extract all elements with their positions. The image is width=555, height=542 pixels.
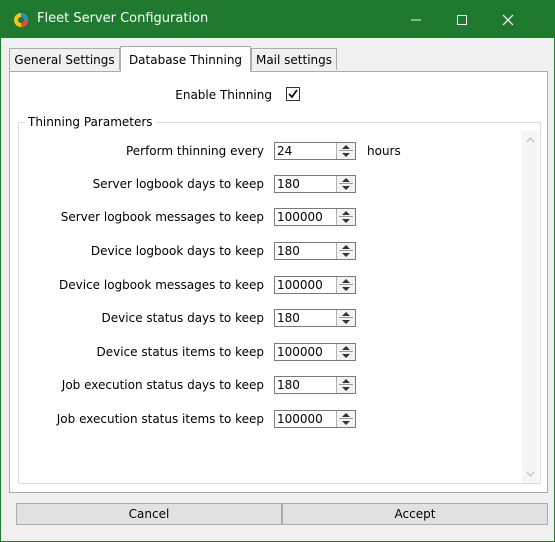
- server-logbook-messages-stepper[interactable]: 100000: [274, 208, 356, 226]
- stepper-down-icon[interactable]: [342, 219, 350, 223]
- job-execution-status-days-stepper[interactable]: 180: [274, 376, 356, 394]
- stepper-up-icon[interactable]: [342, 145, 350, 149]
- param-label-thinning-interval: Perform thinning every: [125, 144, 264, 158]
- thinning-parameters-group: Thinning Parameters Perform thinning eve…: [18, 115, 541, 484]
- stepper-down-icon[interactable]: [342, 421, 350, 425]
- config-window: Fleet Server Configuration General Setti…: [0, 0, 555, 542]
- device-status-items-stepper[interactable]: 100000: [274, 343, 356, 361]
- stepper-value: 180: [277, 244, 300, 258]
- param-label-device-status-items: Device status items to keep: [96, 345, 264, 359]
- stepper-value: 24: [277, 144, 293, 158]
- stepper-up-icon[interactable]: [342, 279, 350, 283]
- maximize-icon: [457, 14, 467, 25]
- param-label-device-logbook-messages: Device logbook messages to keep: [59, 278, 264, 292]
- enable-thinning-label: Enable Thinning: [175, 88, 272, 102]
- window-title: Fleet Server Configuration: [37, 11, 209, 26]
- hours-unit-label: hours: [367, 144, 401, 158]
- param-label-job-execution-status-items: Job execution status items to keep: [56, 412, 264, 426]
- tab-strip: General Settings Database Thinning Mail …: [9, 46, 549, 72]
- stepper-value: 100000: [277, 210, 323, 224]
- stepper-buttons[interactable]: [336, 310, 355, 326]
- stepper-value: 100000: [277, 345, 323, 359]
- stepper-up-icon[interactable]: [342, 245, 350, 249]
- minimize-button[interactable]: [393, 1, 439, 38]
- stepper-up-icon[interactable]: [342, 413, 350, 417]
- device-status-days-stepper[interactable]: 180: [274, 309, 356, 327]
- server-logbook-days-stepper[interactable]: 180: [274, 175, 356, 193]
- param-label-device-logbook-days: Device logbook days to keep: [90, 244, 264, 258]
- stepper-up-icon[interactable]: [342, 346, 350, 350]
- stepper-down-icon[interactable]: [342, 186, 350, 190]
- device-logbook-days-stepper[interactable]: 180: [274, 242, 356, 260]
- app-logo-icon: [14, 13, 28, 27]
- stepper-up-icon[interactable]: [342, 379, 350, 383]
- device-logbook-messages-stepper[interactable]: 100000: [274, 276, 356, 294]
- stepper-value: 180: [277, 311, 300, 325]
- stepper-up-icon[interactable]: [342, 312, 350, 316]
- tab-mail-settings[interactable]: Mail settings: [251, 48, 337, 70]
- stepper-buttons[interactable]: [336, 277, 355, 293]
- stepper-value: 100000: [277, 412, 323, 426]
- close-icon: [502, 14, 514, 25]
- tab-database-thinning[interactable]: Database Thinning: [120, 46, 251, 72]
- tab-general-settings[interactable]: General Settings: [9, 48, 120, 70]
- scroll-down-icon[interactable]: [526, 471, 535, 477]
- enable-thinning-checkbox[interactable]: [286, 87, 300, 101]
- accept-button[interactable]: Accept: [282, 503, 548, 525]
- stepper-value: 180: [277, 177, 300, 191]
- stepper-value: 180: [277, 378, 300, 392]
- param-label-server-logbook-days: Server logbook days to keep: [92, 177, 264, 191]
- stepper-buttons[interactable]: [336, 176, 355, 192]
- job-execution-status-items-stepper[interactable]: 100000: [274, 410, 356, 428]
- stepper-up-icon[interactable]: [342, 211, 350, 215]
- stepper-value: 100000: [277, 278, 323, 292]
- stepper-down-icon[interactable]: [342, 387, 350, 391]
- stepper-buttons[interactable]: [336, 243, 355, 259]
- minimize-icon: [411, 19, 421, 20]
- stepper-buttons[interactable]: [336, 143, 355, 159]
- stepper-up-icon[interactable]: [342, 178, 350, 182]
- stepper-down-icon[interactable]: [342, 354, 350, 358]
- stepper-down-icon[interactable]: [342, 253, 350, 257]
- vertical-scrollbar[interactable]: [522, 131, 539, 483]
- checkmark-icon: [288, 89, 298, 99]
- title-bar: Fleet Server Configuration: [1, 1, 554, 38]
- scroll-up-icon[interactable]: [526, 137, 535, 143]
- param-label-job-execution-status-days: Job execution status days to keep: [61, 378, 264, 392]
- close-button[interactable]: [485, 1, 531, 38]
- stepper-buttons[interactable]: [336, 209, 355, 225]
- stepper-down-icon[interactable]: [342, 320, 350, 324]
- database-thinning-page: Enable Thinning Thinning Parameters Perf…: [9, 71, 548, 493]
- stepper-buttons[interactable]: [336, 344, 355, 360]
- stepper-buttons[interactable]: [336, 377, 355, 393]
- param-label-device-status-days: Device status days to keep: [101, 311, 264, 325]
- maximize-button[interactable]: [439, 1, 485, 38]
- thinning-interval-stepper[interactable]: 24: [274, 142, 356, 160]
- group-title: Thinning Parameters: [25, 115, 156, 129]
- stepper-down-icon[interactable]: [342, 287, 350, 291]
- cancel-button[interactable]: Cancel: [16, 503, 282, 525]
- stepper-buttons[interactable]: [336, 411, 355, 427]
- stepper-down-icon[interactable]: [342, 153, 350, 157]
- param-label-server-logbook-messages: Server logbook messages to keep: [60, 210, 264, 224]
